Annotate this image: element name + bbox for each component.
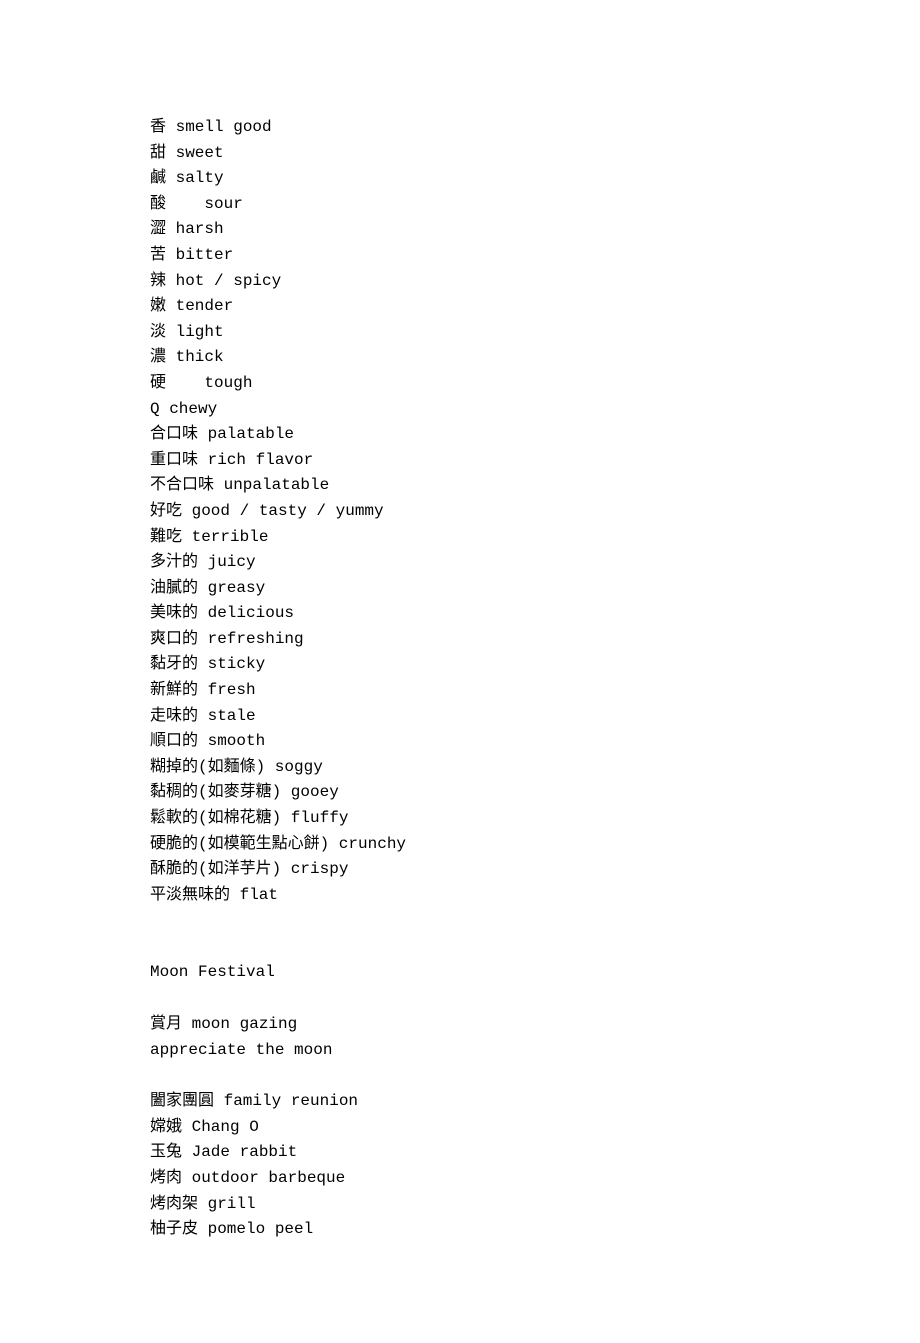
vocab-entry: Q chewy	[150, 397, 770, 423]
vocab-entry: 烤肉 outdoor barbeque	[150, 1166, 770, 1192]
moon-vocab-block-1: 賞月 moon gazingappreciate the moon	[150, 1012, 770, 1063]
vocab-entry: 鹹 salty	[150, 166, 770, 192]
vocab-entry: 辣 hot / spicy	[150, 269, 770, 295]
vocab-entry: appreciate the moon	[150, 1038, 770, 1064]
vocab-entry: 濃 thick	[150, 345, 770, 371]
vocab-entry: 苦 bitter	[150, 243, 770, 269]
vocab-entry: 玉兔 Jade rabbit	[150, 1140, 770, 1166]
blank-line	[150, 934, 770, 960]
vocab-entry: 美味的 delicious	[150, 601, 770, 627]
vocab-entry: 鬆軟的(如棉花糖) fluffy	[150, 806, 770, 832]
vocab-entry: 酸 sour	[150, 192, 770, 218]
document-page: 香 smell good甜 sweet鹹 salty酸 sour澀 harsh苦…	[0, 0, 920, 1343]
vocab-entry: 黏稠的(如麥芽糖) gooey	[150, 780, 770, 806]
vocab-entry: 重口味 rich flavor	[150, 448, 770, 474]
blank-line	[150, 1063, 770, 1089]
moon-vocab-block-2: 闔家團圓 family reunion嫦娥 Chang O玉兔 Jade rab…	[150, 1089, 770, 1243]
vocab-entry: 合口味 palatable	[150, 422, 770, 448]
vocab-entry: 嫦娥 Chang O	[150, 1115, 770, 1141]
vocab-entry: 好吃 good / tasty / yummy	[150, 499, 770, 525]
vocab-entry: 甜 sweet	[150, 141, 770, 167]
vocab-entry: 柚子皮 pomelo peel	[150, 1217, 770, 1243]
vocab-entry: 嫩 tender	[150, 294, 770, 320]
vocab-entry: 烤肉架 grill	[150, 1192, 770, 1218]
vocab-entry: 闔家團圓 family reunion	[150, 1089, 770, 1115]
vocab-entry: 新鮮的 fresh	[150, 678, 770, 704]
vocab-entry: 不合口味 unpalatable	[150, 473, 770, 499]
vocab-entry: 順口的 smooth	[150, 729, 770, 755]
section-heading: Moon Festival	[150, 960, 770, 986]
vocab-entry: 難吃 terrible	[150, 525, 770, 551]
tastes-vocab-list: 香 smell good甜 sweet鹹 salty酸 sour澀 harsh苦…	[150, 115, 770, 908]
vocab-entry: 多汁的 juicy	[150, 550, 770, 576]
vocab-entry: 黏牙的 sticky	[150, 652, 770, 678]
vocab-entry: 爽口的 refreshing	[150, 627, 770, 653]
blank-line	[150, 986, 770, 1012]
vocab-entry: 油膩的 greasy	[150, 576, 770, 602]
vocab-entry: 酥脆的(如洋芋片) crispy	[150, 857, 770, 883]
section-gap	[150, 908, 770, 934]
vocab-entry: 糊掉的(如麵條) soggy	[150, 755, 770, 781]
vocab-entry: 平淡無味的 flat	[150, 883, 770, 909]
vocab-entry: 淡 light	[150, 320, 770, 346]
vocab-entry: 澀 harsh	[150, 217, 770, 243]
vocab-entry: 賞月 moon gazing	[150, 1012, 770, 1038]
vocab-entry: 硬 tough	[150, 371, 770, 397]
vocab-entry: 香 smell good	[150, 115, 770, 141]
vocab-entry: 硬脆的(如模範生點心餅) crunchy	[150, 832, 770, 858]
vocab-entry: 走味的 stale	[150, 704, 770, 730]
